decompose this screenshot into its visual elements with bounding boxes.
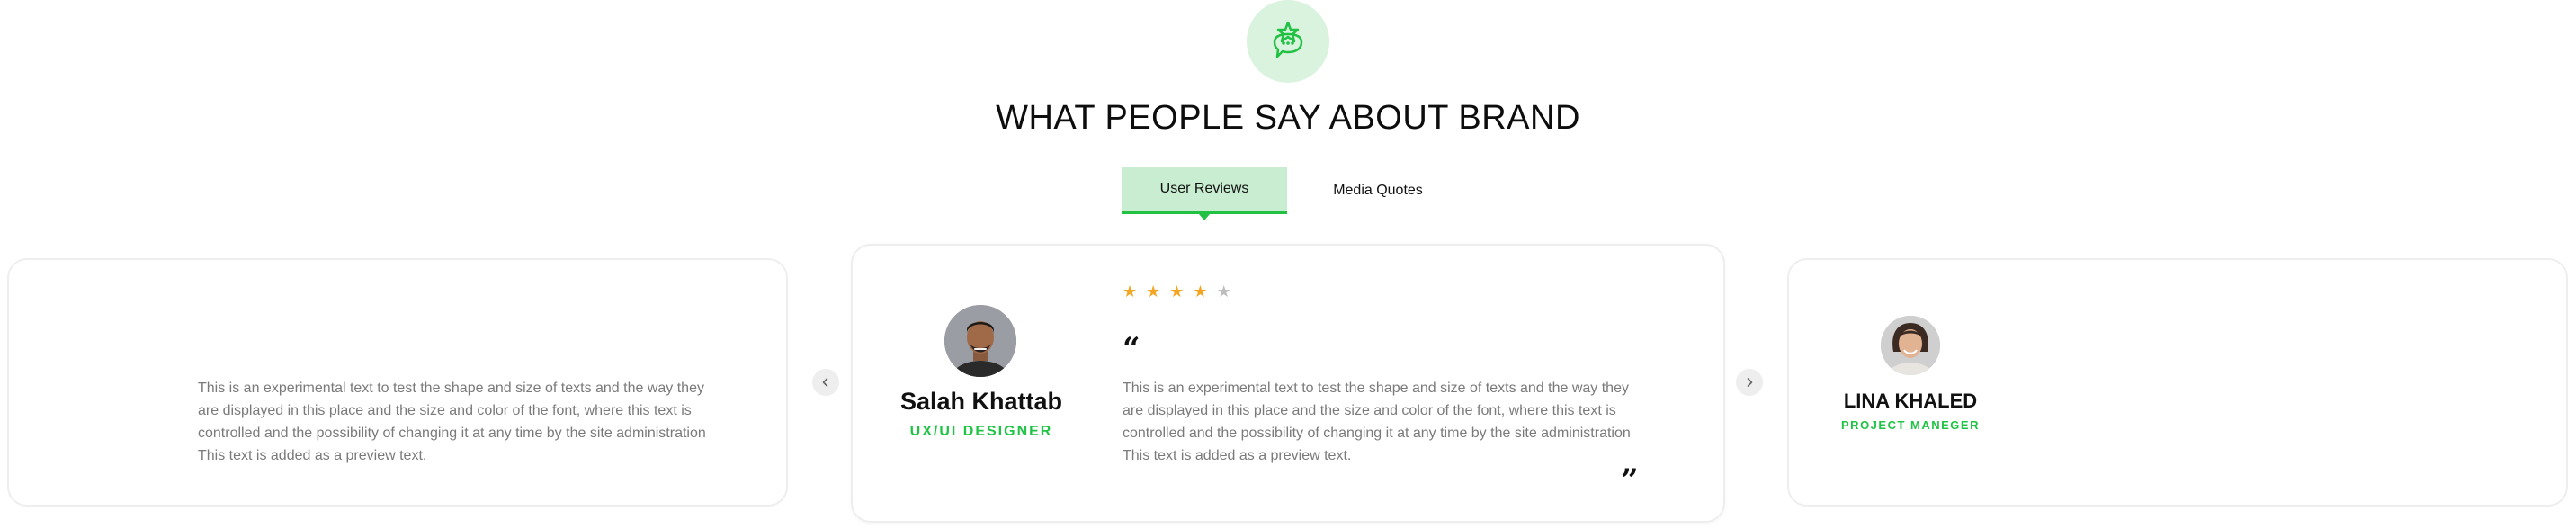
next-button[interactable] xyxy=(1736,369,1763,396)
review-text: This is an experimental text to test the… xyxy=(1123,381,1631,463)
tab-user-reviews[interactable]: User Reviews xyxy=(1122,167,1287,214)
star-filled-icon: ★ xyxy=(1146,282,1161,300)
review-card-active[interactable]: Salah Khattab UX/UI DESIGNER ★ ★ ★ ★ ★ “… xyxy=(851,244,1725,523)
open-quote-icon: “ xyxy=(1123,331,1140,367)
review-card-right[interactable]: LINA KHALED PROJECT MANEGER xyxy=(1787,258,2568,507)
chat-star-icon xyxy=(1273,21,1303,58)
close-quote-icon: ” xyxy=(1621,462,1639,498)
rating-stars: ★ ★ ★ ★ ★ xyxy=(1123,283,1231,300)
chevron-left-icon xyxy=(822,378,828,387)
person-portrait-icon xyxy=(1881,316,1940,375)
section-title: WHAT PEOPLE SAY ABOUT BRAND xyxy=(996,99,1580,137)
reviewer-role: PROJECT MANEGER xyxy=(1841,418,1980,432)
review-text: This is an experimental text to test the… xyxy=(198,381,706,463)
tab-media-quotes[interactable]: Media Quotes xyxy=(1297,167,1459,214)
star-filled-icon: ★ xyxy=(1193,282,1208,300)
reviewer-role: UX/UI DESIGNER xyxy=(909,424,1053,439)
reviewer-name: Salah Khattab xyxy=(899,388,1063,415)
reviewer-name: LINA KHALED xyxy=(1843,390,1978,412)
person-portrait-icon xyxy=(944,305,1016,377)
active-tab-indicator xyxy=(1199,214,1210,220)
section-icon-badge xyxy=(1247,0,1329,83)
star-filled-icon: ★ xyxy=(1169,282,1185,300)
prev-button[interactable] xyxy=(812,369,839,396)
avatar-salah xyxy=(944,305,1016,377)
star-filled-icon: ★ xyxy=(1123,282,1138,300)
avatar-lina xyxy=(1881,316,1940,375)
star-empty-icon: ★ xyxy=(1216,282,1231,300)
chevron-right-icon xyxy=(1747,378,1753,387)
review-card-left[interactable]: This is an experimental text to test the… xyxy=(7,258,788,507)
